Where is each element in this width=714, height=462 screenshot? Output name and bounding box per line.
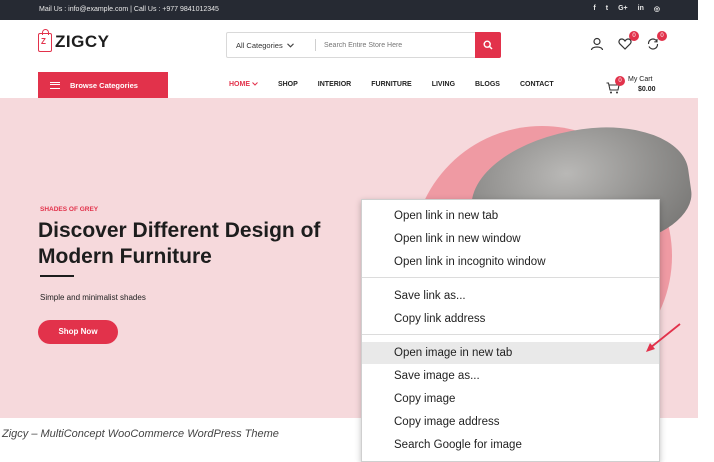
chevron-down-icon [252, 82, 258, 86]
cart-label: My Cart [628, 76, 653, 83]
header-icons: 0 0 [590, 31, 667, 51]
site-header: Z ZIGCY All Categories 0 0 Browse Catego… [0, 20, 698, 98]
hero-eyebrow: SHADES OF GREY [40, 206, 99, 213]
top-bar: Mail Us : info@example.com | Call Us : +… [0, 0, 698, 20]
logo-mark: Z [41, 36, 46, 46]
menu-item-open-image-new-tab[interactable]: Open image in new tab [362, 342, 659, 364]
image-caption: Zigcy – MultiConcept WooCommerce WordPre… [2, 428, 279, 440]
menu-divider [362, 334, 659, 335]
shopping-bag-icon: Z [38, 28, 52, 52]
menu-item-open-link-new-tab[interactable]: Open link in new tab [362, 205, 659, 227]
menu-item-open-link-new-window[interactable]: Open link in new window [362, 228, 659, 250]
search-icon [483, 40, 493, 50]
facebook-icon[interactable]: f [593, 5, 595, 13]
hero-subtitle: Simple and minimalist shades [40, 293, 146, 302]
google-plus-icon[interactable]: G+ [618, 5, 628, 13]
twitter-icon[interactable]: t [606, 5, 608, 13]
cart-amount: $0.00 [638, 86, 656, 93]
nav-item-furniture[interactable]: FURNITURE [371, 81, 411, 88]
browse-categories-label: Browse Categories [70, 80, 138, 90]
compare-button[interactable]: 0 [646, 31, 667, 51]
menu-item-copy-link-address[interactable]: Copy link address [362, 308, 659, 330]
social-links: f t G+ in ◎ [593, 5, 660, 13]
search-bar: All Categories [226, 32, 501, 58]
browse-categories-button[interactable]: Browse Categories [38, 72, 168, 98]
menu-item-copy-image-address[interactable]: Copy image address [362, 411, 659, 433]
menu-item-open-link-incognito[interactable]: Open link in incognito window [362, 251, 659, 273]
user-icon [590, 37, 604, 51]
nav-item-blogs[interactable]: BLOGS [475, 81, 500, 88]
menu-item-save-image-as[interactable]: Save image as... [362, 365, 659, 387]
page-gutter [698, 0, 714, 462]
compare-count-badge: 0 [657, 31, 667, 41]
contact-info: Mail Us : info@example.com | Call Us : +… [39, 6, 219, 13]
category-select-value: All Categories [236, 40, 283, 50]
pointer-arrow-icon [646, 323, 681, 352]
logo-name: ZIGCY [55, 32, 110, 51]
main-nav: HOME SHOP INTERIOR FURNITURE LIVING BLOG… [229, 81, 574, 88]
menu-item-copy-image[interactable]: Copy image [362, 388, 659, 410]
wishlist-button[interactable]: 0 [618, 31, 639, 51]
search-input[interactable] [316, 41, 466, 49]
search-button[interactable] [475, 32, 501, 58]
category-select[interactable]: All Categories [227, 41, 315, 50]
nav-item-home[interactable]: HOME [229, 81, 258, 88]
shop-now-button[interactable]: Shop Now [38, 320, 118, 344]
nav-item-living[interactable]: LIVING [432, 81, 455, 88]
menu-divider [362, 277, 659, 278]
menu-item-save-link-as[interactable]: Save link as... [362, 285, 659, 307]
account-button[interactable] [590, 37, 604, 51]
nav-item-shop[interactable]: SHOP [278, 81, 298, 88]
logo[interactable]: Z ZIGCY [38, 28, 110, 52]
menu-item-search-google-image[interactable]: Search Google for image [362, 434, 659, 456]
menu-icon [50, 81, 60, 89]
wishlist-count-badge: 0 [629, 31, 639, 41]
context-menu: Open link in new tab Open link in new wi… [361, 199, 660, 462]
linkedin-icon[interactable]: in [638, 5, 644, 13]
nav-item-interior[interactable]: INTERIOR [318, 81, 351, 88]
nav-item-label: HOME [229, 81, 250, 88]
divider [40, 275, 74, 277]
chevron-down-icon [286, 42, 294, 48]
nav-item-contact[interactable]: CONTACT [520, 81, 554, 88]
hero-title: Discover Different Design of Modern Furn… [38, 219, 321, 268]
cart-count-badge: 0 [615, 76, 625, 86]
instagram-icon[interactable]: ◎ [654, 5, 660, 13]
